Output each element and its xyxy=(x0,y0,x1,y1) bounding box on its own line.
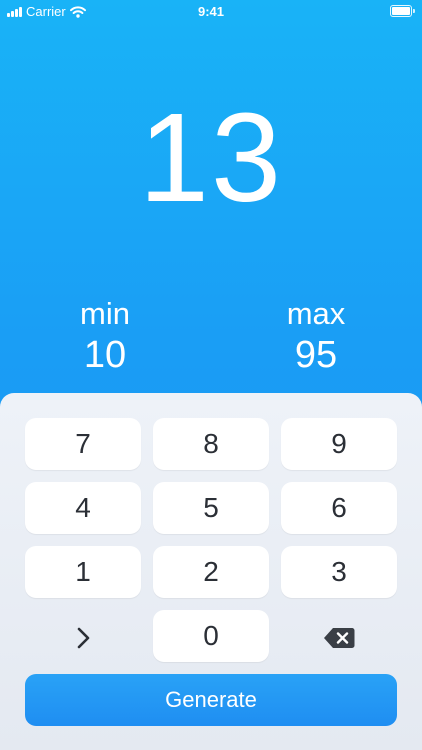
generate-button[interactable]: Generate xyxy=(25,674,397,726)
status-bar: Carrier 9:41 xyxy=(0,0,422,22)
battery-icon xyxy=(390,5,415,17)
app-screen: Carrier 9:41 13 min 10 max 95 7 8 9 4 5 … xyxy=(0,0,422,750)
key-3[interactable]: 3 xyxy=(281,546,397,598)
key-1[interactable]: 1 xyxy=(25,546,141,598)
min-range[interactable]: min 10 xyxy=(25,294,185,376)
key-6[interactable]: 6 xyxy=(281,482,397,534)
delete-button[interactable] xyxy=(281,610,397,662)
max-value: 95 xyxy=(294,334,338,376)
key-8[interactable]: 8 xyxy=(153,418,269,470)
min-label: min xyxy=(80,296,130,331)
backspace-icon xyxy=(324,627,355,648)
key-2[interactable]: 2 xyxy=(153,546,269,598)
key-5[interactable]: 5 xyxy=(153,482,269,534)
key-9[interactable]: 9 xyxy=(281,418,397,470)
key-4[interactable]: 4 xyxy=(25,482,141,534)
min-value: 10 xyxy=(83,334,127,376)
max-label: max xyxy=(286,296,346,331)
random-number-result: 13 xyxy=(138,87,284,228)
keypad-panel: 7 8 9 4 5 6 1 2 3 0 Generate xyxy=(0,393,422,750)
status-time: 9:41 xyxy=(197,4,225,19)
key-7[interactable]: 7 xyxy=(25,418,141,470)
next-field-button[interactable] xyxy=(25,610,141,662)
chevron-right-icon xyxy=(77,627,90,648)
key-0[interactable]: 0 xyxy=(153,610,269,662)
max-range[interactable]: max 95 xyxy=(236,294,396,376)
